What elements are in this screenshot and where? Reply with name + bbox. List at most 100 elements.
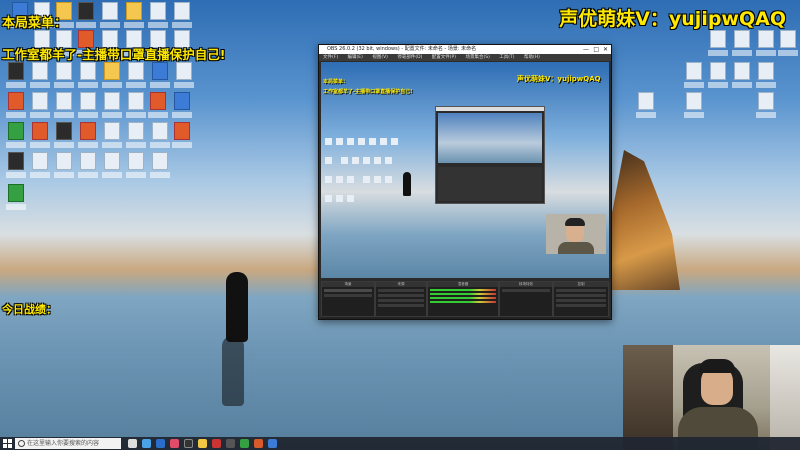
obs-titlebar[interactable]: OBS 26.0.2 (32 bit, windows) - 配置文件: 未命名… bbox=[319, 45, 611, 54]
taskbar-app-icon[interactable] bbox=[268, 439, 277, 448]
scene-item[interactable] bbox=[324, 289, 372, 292]
taskbar-app-icon[interactable] bbox=[240, 439, 249, 448]
desktop-icon[interactable] bbox=[634, 92, 658, 118]
obs-preview[interactable]: 声优萌妹V：yujipwQAQ 本局菜单： 工作室都羊了-主播带口罩直播保护自己… bbox=[321, 62, 609, 278]
source-item[interactable] bbox=[378, 304, 424, 307]
taskbar-app-icon[interactable] bbox=[170, 439, 179, 448]
controls-dock-header: 控制 bbox=[554, 282, 608, 287]
audio-meter bbox=[430, 293, 496, 295]
desktop-icon[interactable] bbox=[76, 62, 100, 88]
desktop-icon[interactable] bbox=[682, 92, 706, 118]
transition-select[interactable] bbox=[502, 289, 550, 292]
desktop-icon[interactable] bbox=[100, 122, 124, 148]
obs-taskbar-icon[interactable] bbox=[184, 439, 193, 448]
taskbar-app-icon[interactable] bbox=[226, 439, 235, 448]
menu-help[interactable]: 帮助(H) bbox=[524, 55, 540, 60]
desktop-icon[interactable] bbox=[76, 92, 100, 118]
taskbar-app-icon[interactable] bbox=[254, 439, 263, 448]
menu-profile[interactable]: 配置文件(P) bbox=[432, 55, 456, 60]
menu-view[interactable]: 视图(V) bbox=[372, 55, 388, 60]
desktop-icon[interactable] bbox=[4, 62, 28, 88]
desktop-icon[interactable] bbox=[100, 152, 124, 178]
menu-scene-collection[interactable]: 场景集合(S) bbox=[465, 55, 489, 60]
preview-menu-title: 本局菜单： bbox=[323, 79, 349, 85]
maximize-icon[interactable]: □ bbox=[593, 45, 599, 54]
desktop-icon[interactable] bbox=[28, 92, 52, 118]
desktop-icon[interactable] bbox=[754, 30, 778, 56]
sources-dock[interactable]: 来源 bbox=[375, 281, 427, 317]
desktop-icon[interactable] bbox=[754, 92, 778, 118]
desktop-icon[interactable] bbox=[52, 92, 76, 118]
desktop-icon[interactable] bbox=[172, 62, 196, 88]
scenes-dock[interactable]: 场景 bbox=[321, 281, 375, 317]
close-icon[interactable]: ✕ bbox=[603, 45, 608, 54]
folder-icon[interactable] bbox=[100, 62, 124, 88]
desktop-icon[interactable] bbox=[4, 92, 28, 118]
taskbar-app-icon[interactable] bbox=[142, 439, 151, 448]
file-explorer-icon[interactable] bbox=[198, 439, 207, 448]
desktop-icon[interactable] bbox=[170, 92, 194, 118]
desktop-icon[interactable] bbox=[706, 62, 730, 88]
desktop-icon[interactable] bbox=[98, 2, 122, 28]
desktop-icon[interactable] bbox=[124, 122, 148, 148]
obs-menubar: 文件(F) 编辑(E) 视图(V) 停靠部件(D) 配置文件(P) 场景集合(S… bbox=[319, 54, 611, 61]
nested-obs-preview bbox=[435, 106, 545, 204]
desktop-icon[interactable] bbox=[730, 62, 754, 88]
desktop-icon[interactable] bbox=[52, 62, 76, 88]
desktop-icon[interactable] bbox=[754, 62, 778, 88]
menu-file[interactable]: 文件(F) bbox=[323, 55, 338, 60]
folder-icon[interactable] bbox=[122, 2, 146, 28]
scene-item[interactable] bbox=[324, 294, 372, 297]
desktop-icon[interactable] bbox=[148, 152, 172, 178]
desktop-icon[interactable] bbox=[28, 152, 52, 178]
desktop-icon[interactable] bbox=[74, 2, 98, 28]
menu-tools[interactable]: 工具(T) bbox=[499, 55, 514, 60]
desktop-icon[interactable] bbox=[730, 30, 754, 56]
source-item[interactable] bbox=[378, 299, 424, 302]
menu-edit[interactable]: 编辑(E) bbox=[348, 55, 363, 60]
desktop-icon[interactable] bbox=[146, 2, 170, 28]
desktop-icon[interactable] bbox=[706, 30, 730, 56]
desktop-icon[interactable] bbox=[28, 122, 52, 148]
control-button[interactable] bbox=[556, 289, 606, 292]
transitions-dock[interactable]: 转场特效 bbox=[499, 281, 553, 317]
audio-mixer-dock[interactable]: 混音器 bbox=[427, 281, 499, 317]
audio-meter bbox=[430, 289, 496, 291]
desktop-icon[interactable] bbox=[170, 2, 194, 28]
windows-start-icon[interactable] bbox=[3, 439, 12, 448]
minimize-icon[interactable]: — bbox=[583, 45, 589, 54]
desktop-icon[interactable] bbox=[76, 122, 100, 148]
desktop-icon[interactable] bbox=[682, 62, 706, 88]
desktop-icon[interactable] bbox=[148, 122, 172, 148]
desktop-icon[interactable] bbox=[52, 152, 76, 178]
desktop-icon[interactable] bbox=[776, 30, 800, 56]
preview-desktop-icons bbox=[323, 132, 403, 202]
desktop-icon[interactable] bbox=[4, 184, 28, 210]
desktop-icon[interactable] bbox=[170, 122, 194, 148]
control-button[interactable] bbox=[556, 299, 606, 302]
desktop-icon[interactable] bbox=[4, 122, 28, 148]
edge-icon[interactable] bbox=[156, 439, 165, 448]
control-button[interactable] bbox=[556, 304, 606, 307]
source-item[interactable] bbox=[378, 289, 424, 292]
taskbar-search-input[interactable]: 在这里输入你要搜索的内容 bbox=[15, 438, 121, 449]
taskbar-app-icon[interactable] bbox=[212, 439, 221, 448]
obs-window[interactable]: OBS 26.0.2 (32 bit, windows) - 配置文件: 未命名… bbox=[318, 44, 612, 320]
control-button[interactable] bbox=[556, 294, 606, 297]
source-item[interactable] bbox=[378, 294, 424, 297]
desktop-icon[interactable] bbox=[52, 122, 76, 148]
desktop-icon[interactable] bbox=[148, 62, 172, 88]
controls-dock[interactable]: 控制 bbox=[553, 281, 609, 317]
desktop-icon[interactable] bbox=[124, 62, 148, 88]
task-view-icon[interactable] bbox=[128, 439, 137, 448]
search-icon bbox=[18, 440, 25, 447]
menu-docks[interactable]: 停靠部件(D) bbox=[397, 55, 422, 60]
desktop-icon[interactable] bbox=[124, 92, 148, 118]
desktop-icon[interactable] bbox=[76, 152, 100, 178]
desktop-icon[interactable] bbox=[28, 62, 52, 88]
desktop-icon[interactable] bbox=[100, 92, 124, 118]
preview-webcam bbox=[546, 214, 606, 254]
desktop-icon[interactable] bbox=[124, 152, 148, 178]
desktop-icon[interactable] bbox=[4, 152, 28, 178]
desktop-icon[interactable] bbox=[146, 92, 170, 118]
